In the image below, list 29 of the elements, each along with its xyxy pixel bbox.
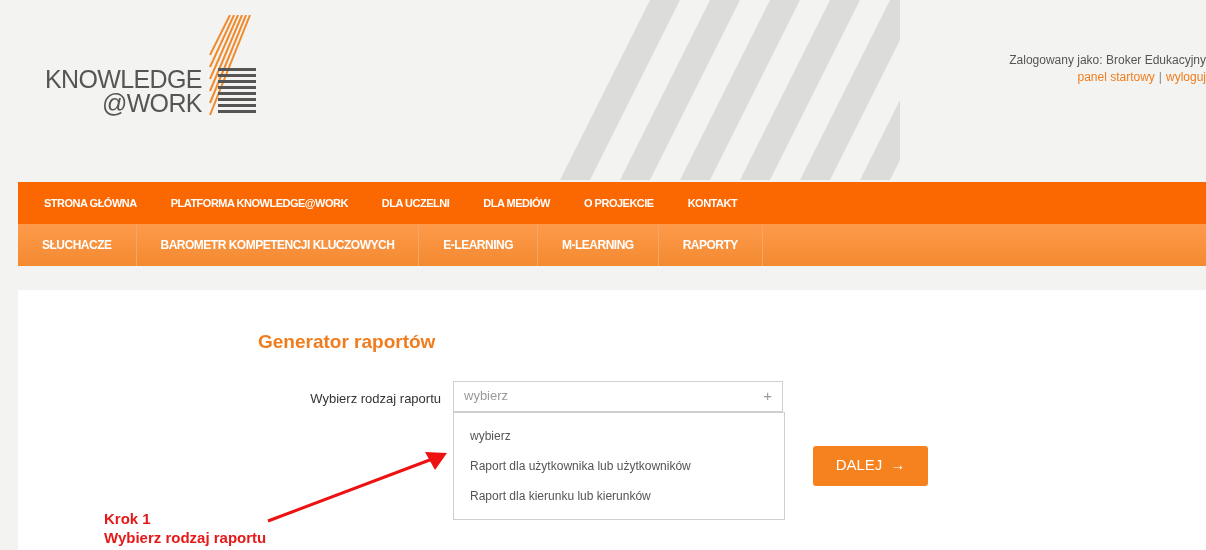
dropdown-option[interactable]: Raport dla kierunku lub kierunków	[454, 480, 784, 511]
annotation-text: Wybierz rodzaj raportu	[104, 528, 267, 547]
nav-link[interactable]: PLATFORMA KNOWLEDGE@WORK	[170, 194, 348, 212]
nav-link[interactable]: M-LEARNING	[538, 224, 659, 266]
field-label: Wybierz rodzaj raportu	[309, 389, 442, 408]
logo-text: @WORK	[101, 91, 202, 115]
nav-link[interactable]: O PROJEKCIE	[584, 194, 654, 212]
nav-link[interactable]: DLA UCZELNI	[381, 194, 450, 212]
logo-text: KNOWLEDGE	[45, 67, 202, 91]
annotation-text: Krok 1	[104, 509, 152, 528]
logout-link[interactable]: wyloguj	[1165, 69, 1206, 86]
separator-text: |	[1158, 69, 1162, 86]
report-type-select[interactable]: wybierz +	[453, 380, 783, 412]
plus-icon: +	[763, 384, 772, 408]
logo[interactable]: KNOWLEDGE @WORK	[45, 0, 256, 182]
panel-link[interactable]: panel startowy	[1077, 69, 1155, 86]
nav-link[interactable]: KONTAKT	[687, 194, 738, 212]
page-title: Generator raportów	[258, 330, 437, 354]
logged-in-text: Zalogowany jako: Broker Edukacyjny	[1009, 52, 1206, 69]
nav-link[interactable]: BAROMETR KOMPETENCJI KLUCZOWYCH	[136, 224, 420, 266]
nav-link[interactable]: DLA MEDIÓW	[483, 194, 550, 212]
arrow-right-icon: →	[890, 454, 906, 477]
nav-link[interactable]: RAPORTY	[658, 224, 763, 266]
nav-link[interactable]: E-LEARNING	[419, 224, 538, 266]
nav-link[interactable]: STRONA GŁÓWNA	[44, 194, 137, 212]
next-button[interactable]: DALEJ →	[813, 445, 928, 486]
dropdown-option[interactable]: Raport dla użytkownika lub użytkowników	[454, 450, 784, 481]
nav-link[interactable]: SŁUCHACZE	[18, 224, 137, 266]
dropdown-option[interactable]: wybierz	[454, 420, 784, 451]
